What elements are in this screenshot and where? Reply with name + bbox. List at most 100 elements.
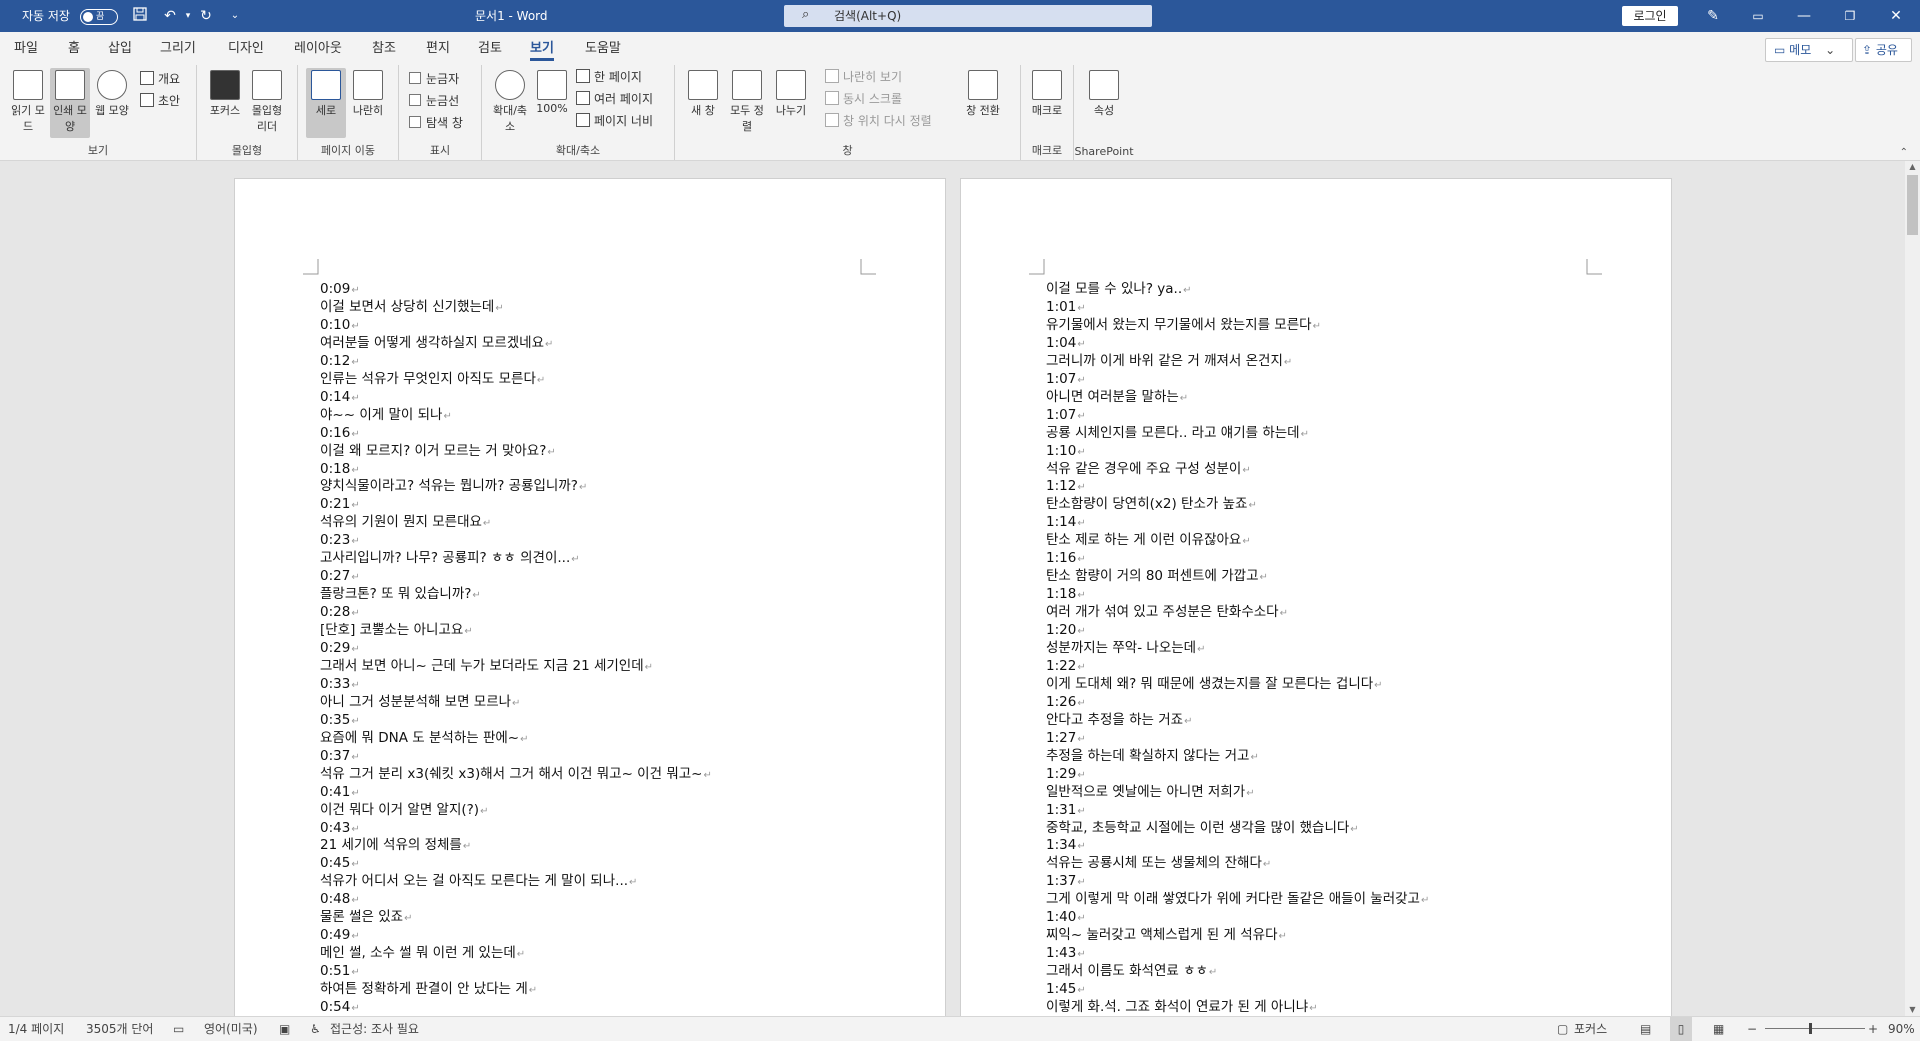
tab-mailings[interactable]: 편지 [426,32,450,65]
page-count[interactable]: 1/4 페이지 [8,1017,64,1041]
immersive-group-label: 몰입형 [197,142,297,158]
autosave-toggle[interactable]: 끔 [80,9,118,25]
word-count[interactable]: 3505개 단어 [86,1017,153,1041]
undo-dropdown-icon[interactable]: ▾ [178,6,198,26]
tab-draw[interactable]: 그리기 [160,32,196,65]
web-layout-button[interactable]: 웹 모양 [92,68,132,138]
document-page[interactable]: 이걸 모를 수 있나? ya..↵1:01↵유기물에서 왔는지 무기물에서 왔는… [960,178,1672,1016]
scroll-thumb[interactable] [1907,175,1918,235]
text-line: 1:34↵ [1046,836,1086,854]
tab-layout[interactable]: 레이아웃 [294,32,342,65]
side-to-side-button[interactable]: 나란히 [348,68,388,138]
tab-file[interactable]: 파일 [14,32,38,65]
immersive-reader-button[interactable]: 몰입형 리더 [247,68,287,138]
tab-design[interactable]: 디자인 [228,32,264,65]
zoom-out-icon[interactable]: − [1747,1017,1757,1041]
zoom-button[interactable]: 확대/축소 [490,68,530,138]
share-button[interactable]: ⇪ 공유 [1855,38,1912,62]
paragraph-mark-icon: ↵ [351,536,359,547]
zoom-in-icon[interactable]: + [1868,1017,1878,1041]
print-layout-button[interactable]: 인쇄 모양 [50,68,90,138]
new-window-button[interactable]: 새 창 [683,68,723,138]
text-line: 아니면 여러분을 말하는↵ [1046,388,1188,406]
paragraph-mark-icon: ↵ [463,841,471,852]
document-area[interactable]: 0:09↵이걸 보면서 상당히 신기했는데↵0:10↵여러분들 어떻게 생각하실… [0,161,1905,1016]
tab-home[interactable]: 홈 [68,32,80,65]
zoom-slider[interactable] [1765,1028,1865,1029]
ruler-checkbox[interactable]: 눈금자 [409,69,459,89]
paragraph-mark-icon: ↵ [351,716,359,727]
paragraph-mark-icon: ↵ [1280,608,1288,619]
scroll-down-icon[interactable]: ▼ [1905,1004,1920,1016]
split-button[interactable]: 나누기 [771,68,811,138]
memo-button[interactable]: ▭ 메모 ⌄ [1765,38,1853,62]
focus-button[interactable]: 포커스 [205,68,245,138]
line-text: 1:14 [1046,514,1076,530]
print-layout-icon[interactable]: ▯ [1670,1017,1692,1041]
zoom-level[interactable]: 90% [1888,1017,1915,1041]
zoom-slider-thumb[interactable] [1809,1023,1812,1034]
customize-qat-icon[interactable]: ⌄ [225,6,245,26]
split-icon [776,70,806,100]
arrange-all-button[interactable]: 모두 정렬 [727,68,767,138]
save-icon[interactable] [130,6,150,26]
ribbon-display-icon[interactable]: ▭ [1735,0,1781,32]
read-mode-button[interactable]: 읽기 모드 [8,68,48,138]
gridlines-checkbox[interactable]: 눈금선 [409,91,459,111]
accessibility-status[interactable]: 접근성: 조사 필요 [330,1017,419,1041]
text-line: 0:45↵ [320,854,360,872]
tab-insert[interactable]: 삽입 [108,32,132,65]
redo-icon[interactable]: ↻ [196,6,216,26]
zoom-100-button[interactable]: 100% [532,68,572,138]
line-text: 0:29 [320,640,350,656]
paragraph-mark-icon: ↵ [579,482,587,493]
sync-scroll-button[interactable]: 동시 스크롤 [825,89,902,109]
multiple-pages-button[interactable]: 여러 페이지 [576,89,653,109]
paragraph-mark-icon: ↵ [1077,482,1085,493]
focus-mode-button[interactable]: 포커스 [1574,1017,1607,1041]
nav-pane-checkbox[interactable]: 탐색 창 [409,113,463,133]
pen-icon[interactable]: ✎ [1703,6,1723,26]
login-button[interactable]: 로그인 [1622,6,1678,26]
paragraph-mark-icon: ↵ [1242,536,1250,547]
draft-button[interactable]: 초안 [140,91,180,111]
proofing-icon[interactable]: ▭ [173,1017,184,1041]
tab-view[interactable]: 보기 [530,32,554,65]
view-side-by-side-button[interactable]: 나란히 보기 [825,67,902,87]
line-text: 0:48 [320,891,350,907]
vertical-button[interactable]: 세로 [306,68,346,138]
paragraph-mark-icon: ↵ [529,985,537,996]
language[interactable]: 영어(미국) [204,1017,258,1041]
text-line: 1:01↵ [1046,298,1086,316]
restore-icon[interactable]: ❐ [1827,0,1873,32]
tab-references[interactable]: 참조 [372,32,396,65]
reset-window-button[interactable]: 창 위치 다시 정렬 [825,111,932,131]
paragraph-mark-icon: ↵ [1077,985,1085,996]
switch-windows-button[interactable]: 창 전환 [959,68,1007,138]
tab-review[interactable]: 검토 [478,32,502,65]
line-text: 1:04 [1046,335,1076,351]
properties-button[interactable]: 속성 [1084,68,1124,138]
paragraph-mark-icon: ↵ [1350,824,1358,835]
undo-icon[interactable]: ↶ [160,6,180,26]
vertical-scrollbar[interactable]: ▲ ▼ [1905,161,1920,1016]
outline-button[interactable]: 개요 [140,69,180,89]
paragraph-mark-icon: ↵ [351,1003,359,1014]
text-line: 탄소 제로 하는 게 이런 이유잖아요↵ [1046,531,1251,549]
minimize-icon[interactable]: — [1781,0,1827,32]
page-width-button[interactable]: 페이지 너비 [576,111,653,131]
macros-button[interactable]: 매크로 [1027,68,1067,138]
tab-help[interactable]: 도움말 [585,32,621,65]
document-page[interactable]: 0:09↵이걸 보면서 상당히 신기했는데↵0:10↵여러분들 어떻게 생각하실… [234,178,946,1016]
web-layout-icon[interactable]: ▦ [1713,1017,1724,1041]
read-mode-icon[interactable]: ▤ [1640,1017,1651,1041]
line-text: 이걸 보면서 상당히 신기했는데 [320,299,494,315]
close-icon[interactable]: ✕ [1873,0,1919,32]
one-page-button[interactable]: 한 페이지 [576,67,642,87]
macro-recording-icon[interactable]: ▣ [279,1017,290,1041]
line-text: 1:45 [1046,981,1076,997]
search-box[interactable]: ⌕ 검색(Alt+Q) [784,5,1152,27]
collapse-ribbon-icon[interactable]: ⌃ [1900,147,1908,158]
book-icon [13,70,43,100]
scroll-up-icon[interactable]: ▲ [1905,161,1920,173]
